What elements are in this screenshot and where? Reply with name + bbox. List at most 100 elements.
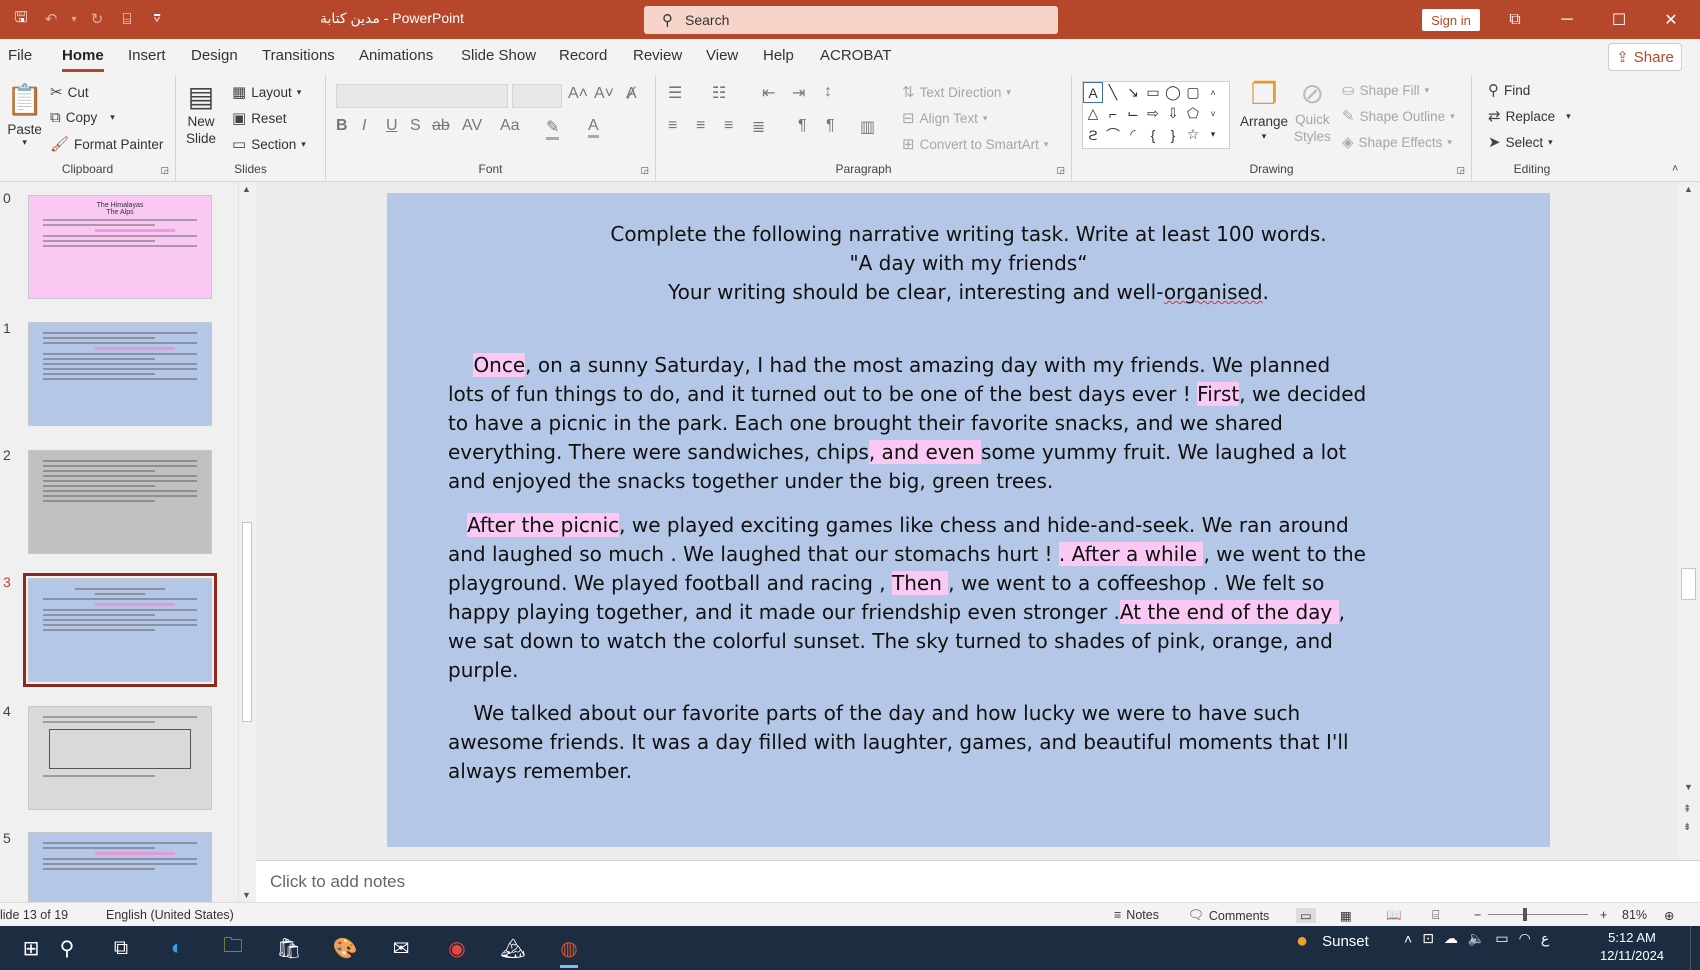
paint-icon[interactable]: 🎨 <box>328 932 362 964</box>
slide-scrollbar[interactable]: ▲ ▼ ⇞ ⇟ <box>1678 182 1700 860</box>
ribbon-display-options-icon[interactable]: ⧉ <box>1490 0 1540 39</box>
shape-fill-button[interactable]: ⛀ Shape Fill ▾ <box>1342 81 1429 99</box>
zoom-slider[interactable] <box>1488 914 1588 915</box>
drawing-dialog-launcher-icon[interactable]: ◲ <box>1456 165 1465 176</box>
align-right-icon[interactable]: ≡ <box>724 117 733 135</box>
tab-file[interactable]: File <box>8 47 32 64</box>
decrease-indent-icon[interactable]: ⇤ <box>762 83 775 103</box>
search-box[interactable]: ⚲ Search <box>644 6 1058 34</box>
mail-icon[interactable]: ✉ <box>384 932 418 964</box>
arrange-button[interactable]: ❐ Arrange ▾ <box>1240 77 1288 142</box>
wifi-adapter-icon[interactable]: ⊡ <box>1422 930 1434 947</box>
slide-show-icon[interactable]: ⌸ <box>1432 908 1440 923</box>
scroll-up-icon[interactable]: ▲ <box>242 184 251 194</box>
comments-toggle[interactable]: 🗨 Comments <box>1188 908 1269 923</box>
thumbnail-scroll-thumb[interactable] <box>242 522 252 722</box>
ltr-icon[interactable]: ¶ <box>798 117 807 135</box>
paragraph-3[interactable]: We talked about our favorite parts of th… <box>448 699 1349 786</box>
decrease-font-size-icon[interactable]: A˅ <box>594 85 614 103</box>
slide-thumbnail[interactable] <box>28 322 212 426</box>
file-explorer-icon[interactable]: 🗀 <box>216 932 250 964</box>
thumbnail-scrollbar[interactable]: ▲ ▼ <box>238 182 254 902</box>
weather-widget[interactable]: ● Sunset <box>1296 930 1369 953</box>
shape-connector-icon[interactable]: ⌙ <box>1123 103 1143 124</box>
bold-icon[interactable]: B <box>336 117 348 135</box>
align-left-icon[interactable]: ≡ <box>668 117 677 135</box>
shape-freeform-icon[interactable]: ⌒ <box>1103 124 1123 145</box>
minimize-button[interactable]: ─ <box>1542 0 1592 39</box>
collapse-ribbon-icon[interactable]: ˄ <box>1672 163 1678 175</box>
shape-curve-icon[interactable]: ϩ <box>1083 124 1103 145</box>
paste-button[interactable]: 📋 Paste ▾ <box>6 83 43 148</box>
volume-icon[interactable]: 🔈 <box>1468 930 1485 947</box>
dialog-launcher-icon[interactable]: ◲ <box>160 165 169 176</box>
underline-icon[interactable]: U <box>386 117 398 135</box>
slide-thumbnail-selected[interactable] <box>23 573 217 687</box>
windows-start-icon[interactable]: ⊞ <box>14 932 48 964</box>
change-case-icon[interactable]: Aa <box>500 117 520 135</box>
tab-record[interactable]: Record <box>559 47 607 64</box>
tab-animations[interactable]: Animations <box>359 47 433 64</box>
slide-thumbnail[interactable]: The Himalayas The Alps <box>28 195 212 299</box>
shape-textbox-icon[interactable]: A <box>1083 82 1103 103</box>
shape-outline-button[interactable]: ✎ Shape Outline ▾ <box>1342 107 1455 125</box>
line-spacing-icon[interactable]: ↕ <box>824 83 832 101</box>
convert-smartart-button[interactable]: ⊞ Convert to SmartArt ▾ <box>902 135 1048 153</box>
zoom-out-icon[interactable]: − <box>1474 908 1481 922</box>
font-name-combo[interactable] <box>336 84 508 108</box>
shape-left-brace-icon[interactable]: { <box>1143 124 1163 145</box>
paragraph-dialog-launcher-icon[interactable]: ◲ <box>1056 165 1065 176</box>
redo-icon[interactable]: ↻ <box>84 6 110 32</box>
align-text-button[interactable]: ⊟ Align Text ▾ <box>902 109 987 127</box>
shape-pentagon-icon[interactable]: ⬠ <box>1183 103 1203 124</box>
slide-sorter-icon[interactable]: ▦ <box>1340 908 1352 923</box>
highlight-icon[interactable]: ✎ <box>546 117 560 140</box>
shape-line-icon[interactable]: ╲ <box>1103 82 1123 103</box>
save-icon[interactable]: 🖫 <box>8 6 34 32</box>
rtl-icon[interactable]: ¶ <box>826 117 835 135</box>
shape-right-brace-icon[interactable]: } <box>1163 124 1183 145</box>
bullets-icon[interactable]: ☰ <box>668 83 682 103</box>
edge-icon[interactable]: ◐ <box>160 932 194 964</box>
tab-transitions[interactable]: Transitions <box>262 47 335 64</box>
shape-elbow-icon[interactable]: ⌐ <box>1103 103 1123 124</box>
columns-icon[interactable]: ▥ <box>860 117 875 137</box>
increase-indent-icon[interactable]: ⇥ <box>792 83 805 103</box>
previous-slide-icon[interactable]: ⇞ <box>1683 804 1691 815</box>
italic-icon[interactable]: I <box>362 117 366 135</box>
slide-editing-area[interactable]: Complete the following narrative writing… <box>256 182 1682 860</box>
shapes-gallery[interactable]: A ╲ ↘ ▭ ◯ ▢ ˄ △ ⌐ ⌙ ⇨ ⇩ ⬠ ˅ ϩ ⌒ ◜ { } ☆ <box>1082 81 1230 149</box>
shape-star-icon[interactable]: ☆ <box>1183 124 1203 145</box>
slide-scroll-thumb[interactable] <box>1681 568 1696 600</box>
slide-thumbnail[interactable] <box>28 450 212 554</box>
justify-icon[interactable]: ≣ <box>752 117 765 137</box>
powerpoint-taskbar-icon[interactable]: ◍ <box>552 932 586 968</box>
slide-thumbnail[interactable] <box>28 706 212 810</box>
current-slide[interactable]: Complete the following narrative writing… <box>387 193 1550 847</box>
undo-icon[interactable]: ↶ <box>38 6 64 32</box>
shape-right-arrow-icon[interactable]: ⇨ <box>1143 103 1163 124</box>
shadow-icon[interactable]: S <box>410 117 421 135</box>
tab-help[interactable]: Help <box>763 47 794 64</box>
shape-down-arrow-icon[interactable]: ⇩ <box>1163 103 1183 124</box>
shape-triangle-icon[interactable]: △ <box>1083 103 1103 124</box>
fit-to-window-icon[interactable]: ⊕ <box>1664 908 1674 923</box>
network-icon[interactable]: ◠ <box>1519 930 1531 947</box>
maximize-button[interactable]: ☐ <box>1594 0 1644 39</box>
slide-heading[interactable]: Complete the following narrative writing… <box>387 220 1550 307</box>
battery-icon[interactable]: ▭ <box>1495 930 1508 947</box>
search-icon[interactable]: ⚲ <box>50 932 84 964</box>
new-slide-button[interactable]: ▤ New Slide <box>186 81 216 147</box>
section-button[interactable]: ▭ Section ▾ <box>232 135 306 153</box>
find-button[interactable]: ⚲ Find <box>1488 81 1530 99</box>
font-size-combo[interactable] <box>512 84 562 108</box>
zoom-slider-thumb[interactable] <box>1523 908 1527 921</box>
cut-button[interactable]: ✂ Cut <box>50 83 89 101</box>
align-center-icon[interactable]: ≡ <box>696 117 705 135</box>
tab-slide-show[interactable]: Slide Show <box>461 47 536 64</box>
tab-insert[interactable]: Insert <box>128 47 166 64</box>
gallery-more-icon[interactable]: ▾ <box>1203 124 1223 145</box>
increase-font-size-icon[interactable]: A˄ <box>568 85 588 103</box>
paragraph-1[interactable]: Once, on a sunny Saturday, I had the mos… <box>448 351 1366 496</box>
tab-view[interactable]: View <box>706 47 738 64</box>
